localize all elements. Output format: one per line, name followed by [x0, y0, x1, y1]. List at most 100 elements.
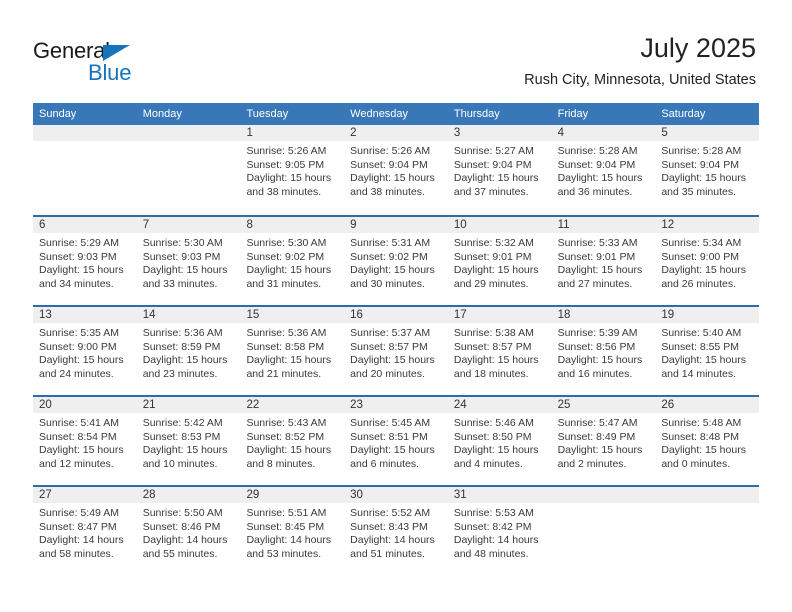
weekday-header-thursday: Thursday [453, 108, 500, 120]
day-number: 8 [246, 219, 253, 231]
day-number: 26 [661, 399, 675, 411]
day-cell[interactable]: 2 Sunrise: 5:26 AM Sunset: 9:04 PM Daylig… [344, 125, 448, 215]
day-cell[interactable]: 6 Sunrise: 5:29 AM Sunset: 9:03 PM Daylig… [33, 217, 137, 305]
calendar-grid: Sunday Monday Tuesday Wednesday Thursday Frid… [33, 103, 759, 575]
day-cell[interactable]: 7 Sunrise: 5:30 AM Sunset: 9:03 PM Daylig… [137, 217, 241, 305]
day-cell[interactable]: 18 Sunrise: 5:39 AM Sunset: 8:56 PM Dayli… [552, 307, 656, 395]
day-number [661, 487, 759, 503]
day-cell[interactable]: 24 Sunrise: 5:46 AM Sunset: 8:50 PM Dayli… [448, 397, 552, 485]
day-number: 11 [557, 219, 570, 231]
day-number [143, 125, 241, 141]
day-number: 12 [661, 219, 675, 231]
day-cell[interactable]: 4 Sunrise: 5:28 AM Sunset: 9:04 PM Daylig… [552, 125, 656, 215]
day-cell[interactable]: 22 Sunrise: 5:43 AM Sunset: 8:52 PM Dayli… [240, 397, 344, 485]
day-cell[interactable]: 23 Sunrise: 5:45 AM Sunset: 8:51 PM Dayli… [344, 397, 448, 485]
day-number: 20 [39, 399, 52, 411]
weekday-header-friday: Friday [557, 108, 589, 120]
day-number: 1 [246, 127, 253, 139]
day-sun-info: Sunrise: 5:26 AM Sunset: 9:04 PM Dayligh… [350, 145, 435, 198]
calendar-week-row: 6 Sunrise: 5:29 AM Sunset: 9:03 PM Daylig… [33, 215, 759, 305]
day-cell-empty [33, 125, 137, 215]
day-sun-info: Sunrise: 5:52 AM Sunset: 8:43 PM Dayligh… [350, 507, 435, 560]
day-cell[interactable]: 26 Sunrise: 5:48 AM Sunset: 8:48 PM Dayli… [655, 397, 759, 485]
day-sun-info: Sunrise: 5:46 AM Sunset: 8:50 PM Dayligh… [453, 417, 539, 470]
day-sun-info: Sunrise: 5:39 AM Sunset: 8:56 PM Dayligh… [557, 327, 643, 380]
calendar-page: General Blue July 2025 Rush City, Minnes… [0, 0, 792, 612]
day-number: 27 [39, 489, 52, 501]
day-cell[interactable]: 20 Sunrise: 5:41 AM Sunset: 8:54 PM Dayli… [33, 397, 137, 485]
day-number: 2 [350, 127, 357, 139]
weekday-header-wednesday: Wednesday [350, 108, 409, 120]
day-cell[interactable]: 5 Sunrise: 5:28 AM Sunset: 9:04 PM Daylig… [655, 125, 759, 215]
day-cell[interactable]: 16 Sunrise: 5:37 AM Sunset: 8:57 PM Dayli… [344, 307, 448, 395]
day-cell[interactable]: 3 Sunrise: 5:27 AM Sunset: 9:04 PM Daylig… [448, 125, 552, 215]
day-sun-info: Sunrise: 5:32 AM Sunset: 9:01 PM Dayligh… [453, 237, 539, 290]
weekday-header-monday: Monday [142, 108, 182, 120]
day-cell-group: 6 Sunrise: 5:29 AM Sunset: 9:03 PM Daylig… [33, 217, 759, 305]
day-cell[interactable]: 19 Sunrise: 5:40 AM Sunset: 8:55 PM Dayli… [655, 307, 759, 395]
day-sun-info: Sunrise: 5:36 AM Sunset: 8:59 PM Dayligh… [142, 327, 228, 380]
day-sun-info: Sunrise: 5:26 AM Sunset: 9:05 PM Dayligh… [246, 145, 332, 198]
day-sun-info: Sunrise: 5:34 AM Sunset: 9:00 PM Dayligh… [661, 237, 746, 290]
day-number: 15 [246, 309, 260, 321]
logo-text-blue: Blue [88, 60, 132, 85]
day-sun-info: Sunrise: 5:28 AM Sunset: 9:04 PM Dayligh… [557, 145, 643, 198]
calendar-week-row: 13 Sunrise: 5:35 AM Sunset: 9:00 PM Dayli… [33, 305, 759, 395]
day-cell[interactable]: 30 Sunrise: 5:52 AM Sunset: 8:43 PM Dayli… [344, 487, 448, 575]
day-sun-info: Sunrise: 5:48 AM Sunset: 8:48 PM Dayligh… [661, 417, 746, 470]
day-number: 10 [453, 219, 467, 231]
day-cell-empty [137, 125, 241, 215]
page-header: General Blue July 2025 Rush City, Minnes… [0, 0, 792, 103]
calendar-week-row: 27 Sunrise: 5:49 AM Sunset: 8:47 PM Dayli… [33, 485, 759, 575]
day-number: 5 [661, 127, 668, 139]
day-cell[interactable]: 15 Sunrise: 5:36 AM Sunset: 8:58 PM Dayli… [240, 307, 344, 395]
day-cell[interactable]: 17 Sunrise: 5:38 AM Sunset: 8:57 PM Dayli… [448, 307, 552, 395]
day-sun-info: Sunrise: 5:45 AM Sunset: 8:51 PM Dayligh… [350, 417, 435, 470]
day-number: 31 [453, 489, 467, 501]
day-cell[interactable]: 9 Sunrise: 5:31 AM Sunset: 9:02 PM Daylig… [344, 217, 448, 305]
calendar-week-row: 1 Sunrise: 5:26 AM Sunset: 9:05 PM Daylig… [33, 125, 759, 215]
day-number: 3 [453, 127, 461, 139]
day-cell[interactable]: 21 Sunrise: 5:42 AM Sunset: 8:53 PM Dayli… [137, 397, 241, 485]
day-cell[interactable]: 12 Sunrise: 5:34 AM Sunset: 9:00 PM Dayli… [655, 217, 759, 305]
day-number: 19 [661, 309, 675, 321]
logo-triangle-icon [103, 45, 130, 61]
day-number: 17 [453, 309, 467, 321]
day-cell[interactable]: 10 Sunrise: 5:32 AM Sunset: 9:01 PM Dayli… [448, 217, 552, 305]
page-title: July 2025 [640, 33, 756, 63]
day-sun-info: Sunrise: 5:38 AM Sunset: 8:57 PM Dayligh… [453, 327, 539, 380]
day-number [39, 125, 137, 141]
page-subtitle: Rush City, Minnesota, United States [524, 72, 756, 88]
day-sun-info: Sunrise: 5:31 AM Sunset: 9:02 PM Dayligh… [350, 237, 435, 290]
day-cell[interactable]: 1 Sunrise: 5:26 AM Sunset: 9:05 PM Daylig… [240, 125, 344, 215]
day-sun-info: Sunrise: 5:33 AM Sunset: 9:01 PM Dayligh… [557, 237, 643, 290]
day-number: 13 [39, 309, 52, 321]
day-cell[interactable]: 27 Sunrise: 5:49 AM Sunset: 8:47 PM Dayli… [33, 487, 137, 575]
day-number: 7 [142, 219, 150, 231]
day-number: 29 [246, 489, 260, 501]
day-sun-info: Sunrise: 5:49 AM Sunset: 8:47 PM Dayligh… [39, 507, 124, 560]
day-cell[interactable]: 14 Sunrise: 5:36 AM Sunset: 8:59 PM Dayli… [137, 307, 241, 395]
day-number: 22 [246, 399, 260, 411]
day-number: 24 [453, 399, 467, 411]
day-number: 21 [142, 399, 156, 411]
day-cell-empty [655, 487, 759, 575]
day-cell[interactable]: 25 Sunrise: 5:47 AM Sunset: 8:49 PM Dayli… [552, 397, 656, 485]
weekday-header-sunday: Sunday [39, 108, 77, 120]
day-sun-info: Sunrise: 5:30 AM Sunset: 9:02 PM Dayligh… [246, 237, 332, 290]
day-number: 14 [142, 309, 156, 321]
day-cell[interactable]: 28 Sunrise: 5:50 AM Sunset: 8:46 PM Dayli… [137, 487, 241, 575]
day-cell[interactable]: 8 Sunrise: 5:30 AM Sunset: 9:02 PM Daylig… [240, 217, 344, 305]
day-cell[interactable]: 13 Sunrise: 5:35 AM Sunset: 9:00 PM Dayli… [33, 307, 137, 395]
day-sun-info: Sunrise: 5:53 AM Sunset: 8:42 PM Dayligh… [453, 507, 539, 560]
day-number: 16 [350, 309, 363, 321]
day-cell-group: 27 Sunrise: 5:49 AM Sunset: 8:47 PM Dayli… [33, 487, 759, 575]
day-cell[interactable]: 29 Sunrise: 5:51 AM Sunset: 8:45 PM Dayli… [240, 487, 344, 575]
day-cell[interactable]: 31 Sunrise: 5:53 AM Sunset: 8:42 PM Dayli… [448, 487, 552, 575]
day-cell[interactable]: 11 Sunrise: 5:33 AM Sunset: 9:01 PM Dayli… [552, 217, 656, 305]
day-sun-info: Sunrise: 5:40 AM Sunset: 8:55 PM Dayligh… [661, 327, 746, 380]
weekday-header-saturday: Saturday [661, 108, 706, 120]
day-sun-info: Sunrise: 5:41 AM Sunset: 8:54 PM Dayligh… [39, 417, 124, 470]
title-block: July 2025 Rush City, Minnesota, United S… [524, 32, 756, 90]
day-sun-info: Sunrise: 5:47 AM Sunset: 8:49 PM Dayligh… [557, 417, 643, 470]
